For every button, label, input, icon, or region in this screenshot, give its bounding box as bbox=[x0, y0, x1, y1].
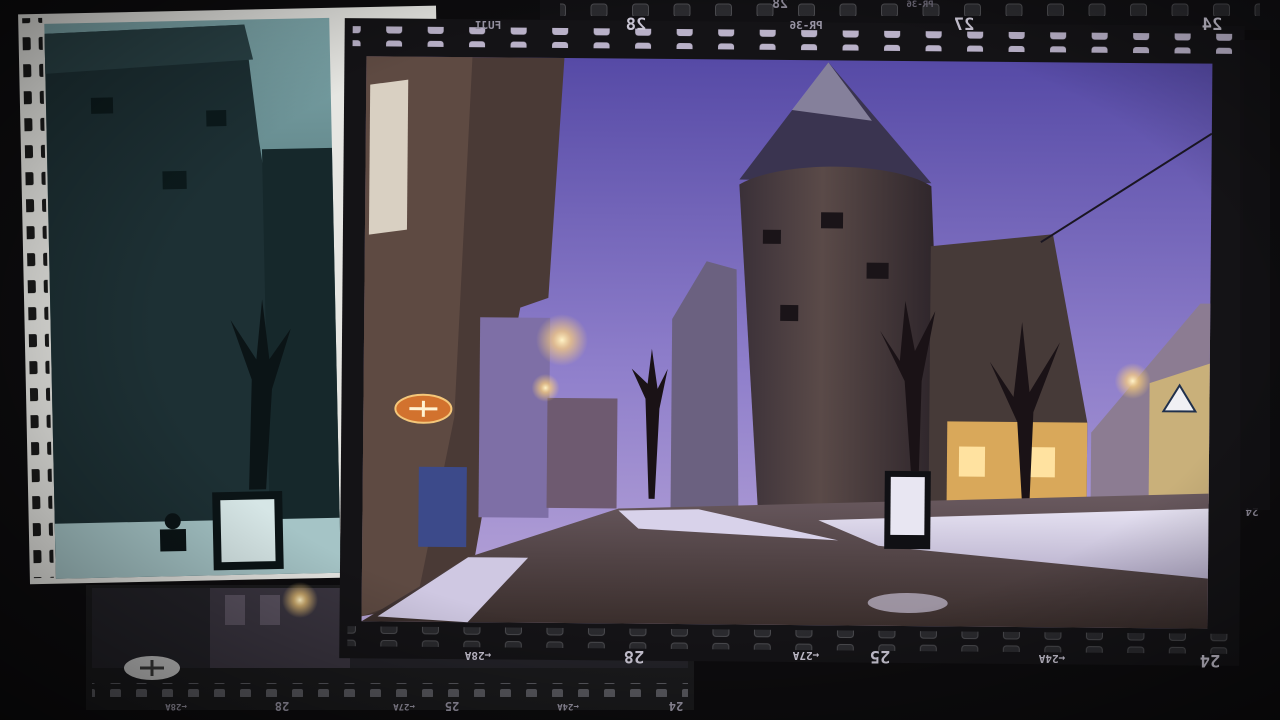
edge-frame-number: 28 bbox=[626, 15, 646, 35]
edge-frame-number: 25 bbox=[870, 646, 890, 666]
back-edge-frame-number: 28 bbox=[772, 0, 788, 12]
film-collage: FUJI 28 PR-36 27 24 28 PR-36 ←28A 28 ←27… bbox=[18, 0, 1280, 713]
lower-edge-frame-number: 25 bbox=[445, 699, 459, 713]
edge-brand: FUJI bbox=[475, 19, 502, 32]
edge-mark: ←24A bbox=[1038, 652, 1065, 665]
lower-edge-frame-number: 24 bbox=[669, 699, 683, 713]
edge-frame-number: 27 bbox=[954, 15, 974, 35]
edge-mark: ←27A bbox=[792, 649, 819, 662]
right-film-edge bbox=[1240, 40, 1270, 510]
back-edge-code: PR-36 bbox=[906, 0, 933, 10]
lower-edge-mark: ←27A bbox=[393, 701, 415, 711]
lower-edge-frame-number: 28 bbox=[275, 699, 289, 713]
edge-frame-number: 24 bbox=[1200, 650, 1220, 670]
edge-frame-number: 24 bbox=[1202, 15, 1222, 35]
street-lamp-icon bbox=[1114, 362, 1151, 399]
main-photo-image bbox=[361, 56, 1213, 629]
main-film-frame bbox=[339, 18, 1245, 666]
lower-edge-mark: ←24A bbox=[557, 701, 579, 711]
street-lamp-icon bbox=[531, 373, 560, 402]
edge-code: PR-36 bbox=[789, 19, 822, 32]
left-photo-image bbox=[44, 17, 341, 579]
edge-frame-number: 28 bbox=[624, 646, 644, 666]
edge-mark: ←28A bbox=[464, 649, 491, 662]
street-lamp-icon bbox=[535, 314, 588, 367]
lower-edge-mark: ←28A bbox=[165, 701, 187, 711]
